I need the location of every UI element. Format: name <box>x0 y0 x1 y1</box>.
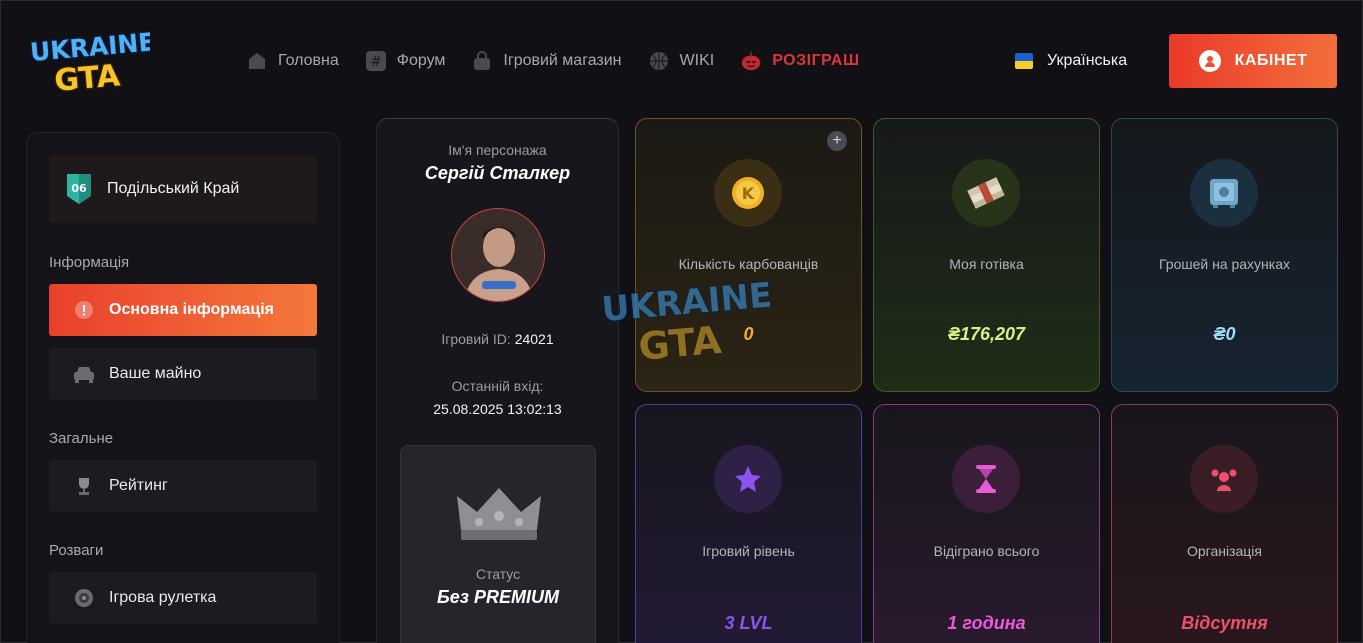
last-login-label: Останній вхід: <box>451 378 544 394</box>
nav-home-label: Головна <box>278 52 339 69</box>
stat-card-karbovantsi: + K Кількість карбованців 0 <box>635 118 862 392</box>
server-shield-icon: 06 <box>67 174 91 204</box>
nav-forum[interactable]: # Форум <box>365 50 446 72</box>
server-selector[interactable]: 06 Подільський Край <box>49 155 317 223</box>
svg-text:GTA: GTA <box>53 58 122 94</box>
server-name: Подільський Край <box>107 180 240 197</box>
character-name-label: Ім'я персонажа <box>448 142 547 158</box>
cabinet-button[interactable]: КАБІНЕТ <box>1169 34 1337 88</box>
stat-label: Кількість карбованців <box>678 256 819 272</box>
user-icon <box>1198 50 1221 72</box>
section-fun-label: Розваги <box>49 542 104 559</box>
section-general-label: Загальне <box>49 430 114 447</box>
language-selector[interactable]: Українська <box>1015 52 1127 70</box>
sidebar-item-rating[interactable]: Рейтинг <box>49 460 317 512</box>
stat-value: Відсутня <box>1181 613 1268 633</box>
avatar <box>451 208 545 302</box>
status-value: Без PREMIUM <box>437 587 559 607</box>
stat-card-level: Ігровий рівень 3 LVL <box>635 404 862 643</box>
character-name: Сергій Сталкер <box>424 163 571 183</box>
stat-card-bank: Грошей на рахунках ₴0 <box>1111 118 1338 392</box>
premium-status-box: Статус Без PREMIUM <box>400 445 596 643</box>
stat-label: Моя готівка <box>949 256 1024 272</box>
sidebar-item-main-info[interactable]: Основна інформація <box>49 284 317 336</box>
roulette-icon <box>73 587 95 609</box>
pumpkin-icon <box>740 50 762 72</box>
sidebar: 06 Подільський Край Інформація Основна і… <box>26 132 340 643</box>
sidebar-item-roulette[interactable]: Ігрова рулетка <box>49 572 317 624</box>
globe-icon <box>648 50 670 72</box>
stat-value: 0 <box>743 324 754 344</box>
nav-wiki-label: WIKI <box>679 52 715 69</box>
stat-label: Відіграно всього <box>933 543 1040 559</box>
nav-home[interactable]: Головна <box>246 50 339 72</box>
profile-card: Ім'я персонажа Сергій Сталкер Ігровий ID… <box>376 118 619 643</box>
hash-icon: # <box>365 50 387 72</box>
language-label: Українська <box>1047 52 1128 69</box>
hourglass-icon <box>952 445 1020 513</box>
status-label: Статус <box>475 566 521 582</box>
trophy-icon <box>73 475 95 497</box>
main-nav: Головна # Форум Ігровий магазин WIKI РОЗ… <box>246 48 886 74</box>
karbovanets-coin-icon: K <box>714 159 782 227</box>
game-id-value: 24021 <box>514 331 554 347</box>
bank-safe-icon <box>1190 159 1258 227</box>
crown-icon <box>457 488 541 540</box>
sidebar-item-property[interactable]: Ваше майно <box>49 348 317 400</box>
nav-shop-label: Ігровий магазин <box>503 52 622 69</box>
ukraine-gta-logo[interactable]: UKRAINE GTA <box>28 26 158 100</box>
last-login-value: 25.08.2025 13:02:13 <box>433 401 562 417</box>
stat-value: ₴0 <box>1213 324 1236 344</box>
stat-value: 3 LVL <box>724 613 773 633</box>
organization-icon <box>1190 445 1258 513</box>
nav-forum-label: Форум <box>396 52 446 69</box>
add-karbovantsi-button[interactable]: + <box>827 131 847 151</box>
stat-value: ₴176,207 <box>947 324 1026 344</box>
alert-icon <box>73 299 95 321</box>
star-level-icon <box>714 445 782 513</box>
cabinet-label: КАБІНЕТ <box>1234 52 1308 69</box>
sidebar-item-label: Основна інформація <box>109 301 274 318</box>
nav-giveaway-label: РОЗІГРАШ <box>772 52 860 69</box>
sidebar-item-label: Ваше майно <box>109 365 202 382</box>
car-icon <box>73 363 95 385</box>
nav-giveaway[interactable]: РОЗІГРАШ <box>740 50 859 72</box>
nav-shop[interactable]: Ігровий магазин <box>471 50 622 72</box>
game-id-row: Ігровий ID: 24021 <box>377 331 618 347</box>
stat-label: Грошей на рахунках <box>1158 256 1291 272</box>
stat-label: Ігровий рівень <box>702 543 795 559</box>
shopping-bag-icon <box>471 50 493 72</box>
cash-stack-icon <box>952 159 1020 227</box>
svg-text:06: 06 <box>71 182 87 195</box>
stat-card-playtime: Відіграно всього 1 година <box>873 404 1100 643</box>
sidebar-item-label: Ігрова рулетка <box>109 589 217 606</box>
stat-card-organization: Організація Відсутня <box>1111 404 1338 643</box>
nav-wiki[interactable]: WIKI <box>648 50 715 72</box>
stat-label: Організація <box>1186 543 1263 559</box>
sidebar-item-label: Рейтинг <box>109 477 168 494</box>
section-info-label: Інформація <box>49 254 130 271</box>
home-icon <box>246 50 268 72</box>
game-id-label: Ігровий ID: <box>441 331 511 347</box>
stat-card-cash: Моя готівка ₴176,207 <box>873 118 1100 392</box>
svg-text:#: # <box>370 54 382 70</box>
svg-text:K: K <box>742 184 755 203</box>
ukraine-flag-icon <box>1015 53 1033 69</box>
stat-value: 1 година <box>947 613 1026 633</box>
